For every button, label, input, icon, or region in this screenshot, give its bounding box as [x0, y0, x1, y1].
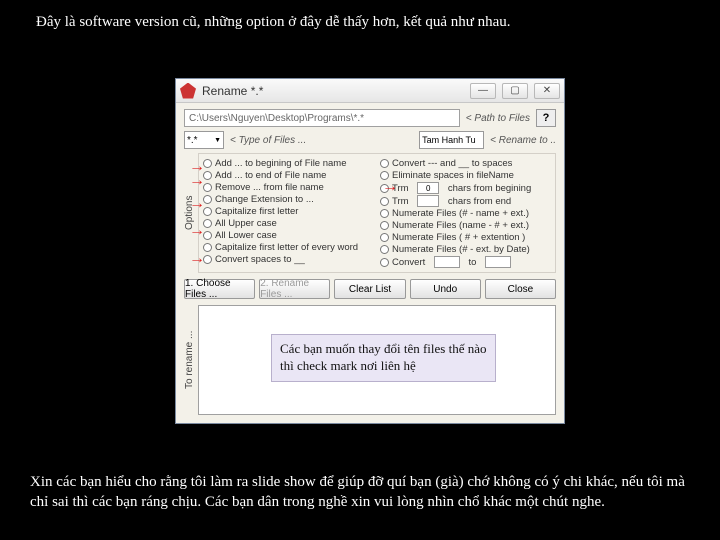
radio[interactable]	[380, 159, 389, 168]
arrow-icon: →	[189, 222, 205, 240]
option-label: Change Extension to ...	[215, 194, 314, 205]
caption-bottom: Xin các bạn hiểu cho rằng tôi làm ra sli…	[0, 464, 720, 523]
chevron-down-icon: ▼	[214, 137, 221, 144]
clear-list-button[interactable]: Clear List	[334, 279, 405, 299]
option-label: Convert spaces to __	[215, 254, 305, 265]
option-label: Numerate Files ( # + extention )	[392, 232, 525, 243]
radio[interactable]	[380, 221, 389, 230]
arrow-icon: →	[189, 195, 205, 213]
options-left-col: Add ... to begining of File name Add ...…	[203, 158, 374, 268]
path-hint: < Path to Files	[466, 113, 530, 124]
arrow-icon: →	[189, 250, 205, 268]
options-panel: Add ... to begining of File name Add ...…	[198, 153, 556, 273]
minimize-button[interactable]: —	[470, 83, 496, 99]
radio[interactable]	[380, 245, 389, 254]
option-label: Numerate Files (name - # + ext.)	[392, 220, 529, 231]
option-label: All Upper case	[215, 218, 277, 229]
choose-files-button[interactable]: 1. Choose Files ...	[184, 279, 255, 299]
close-button[interactable]: Close	[485, 279, 556, 299]
window-title: Rename *.*	[202, 84, 464, 98]
option-label: Capitalize first letter	[215, 206, 298, 217]
convert-to-input[interactable]	[485, 256, 511, 268]
rename-to-input[interactable]	[419, 131, 484, 149]
option-label: Numerate Files (# - name + ext.)	[392, 208, 529, 219]
option-label: Remove ... from file name	[215, 182, 324, 193]
rename-window: Rename *.* — ▢ ✕ < Path to Files ? *.* ▼…	[175, 78, 565, 424]
radio[interactable]	[380, 209, 389, 218]
option-label: Convert --- and __ to spaces	[392, 158, 512, 169]
maximize-button[interactable]: ▢	[502, 83, 528, 99]
caption-top: Đây là software version cũ, những option…	[0, 0, 720, 41]
file-list[interactable]: Các bạn muốn thay đổi tên files thế nào …	[198, 305, 556, 415]
option-label: Add ... to begining of File name	[215, 158, 347, 169]
arrow-icon: →	[382, 178, 398, 196]
help-button[interactable]: ?	[536, 109, 556, 127]
path-input[interactable]	[184, 109, 460, 127]
button-row: 1. Choose Files ... 2. Rename Files ... …	[184, 279, 556, 299]
option-label: Add ... to end of File name	[215, 170, 326, 181]
options-right-col: Convert --- and __ to spaces Eliminate s…	[380, 158, 551, 268]
window-body: < Path to Files ? *.* ▼ < Type of Files …	[176, 103, 564, 423]
trim-end-input[interactable]	[417, 195, 439, 207]
radio[interactable]	[380, 197, 389, 206]
option-label: Numerate Files (# - ext. by Date)	[392, 244, 530, 255]
type-value: *.*	[187, 135, 198, 146]
close-window-button[interactable]: ✕	[534, 83, 560, 99]
titlebar: Rename *.* — ▢ ✕	[176, 79, 564, 103]
callout-box: Các bạn muốn thay đổi tên files thế nào …	[271, 334, 496, 382]
option-label: Eliminate spaces in fileName	[392, 170, 514, 181]
trim-begin-input[interactable]	[417, 182, 439, 194]
option-label: All Lower case	[215, 230, 277, 241]
app-icon	[180, 83, 196, 99]
arrow-icon: →	[189, 172, 205, 190]
convert-from-input[interactable]	[434, 256, 460, 268]
torename-vertical-label: To rename ...	[184, 305, 198, 415]
type-select[interactable]: *.* ▼	[184, 131, 224, 149]
option-label: Capitalize first letter of every word	[215, 242, 358, 253]
radio[interactable]	[380, 258, 389, 267]
option-label: Trm	[392, 196, 409, 207]
type-hint: < Type of Files ...	[230, 135, 413, 146]
rename-hint: < Rename to ..	[490, 135, 556, 146]
undo-button[interactable]: Undo	[410, 279, 481, 299]
rename-files-button[interactable]: 2. Rename Files ...	[259, 279, 330, 299]
radio[interactable]	[380, 233, 389, 242]
